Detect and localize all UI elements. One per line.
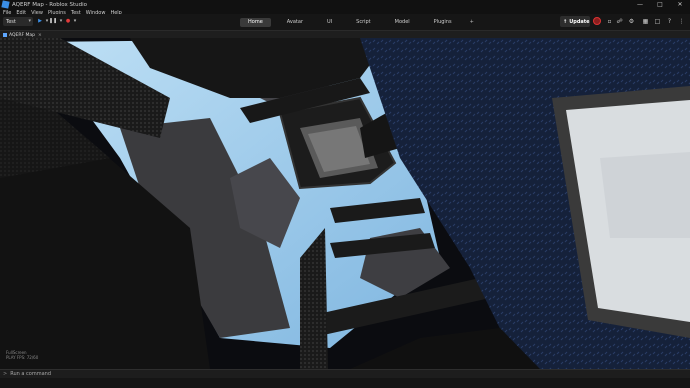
document-tab-strip: AQERF Map × bbox=[0, 30, 690, 38]
close-tab-icon[interactable]: × bbox=[38, 33, 42, 38]
play-icon[interactable]: ▶ bbox=[37, 18, 43, 24]
minimize-button[interactable]: — bbox=[630, 0, 650, 9]
3d-viewport[interactable]: FullScreen PLAY FPS: 72/60 bbox=[0, 38, 690, 369]
command-bar[interactable]: > Run a command bbox=[0, 369, 690, 378]
update-button[interactable]: ↑ Update bbox=[560, 16, 590, 27]
mode-dropdown-value: Test bbox=[6, 18, 16, 25]
document-tab-label: AQERF Map bbox=[9, 32, 36, 38]
add-tab-button[interactable]: + bbox=[470, 19, 474, 25]
pause-icon[interactable]: ❚❚ bbox=[49, 18, 57, 24]
viewport-stats-overlay: FullScreen PLAY FPS: 72/60 bbox=[6, 350, 38, 360]
settings-gear-icon[interactable]: ⚙ bbox=[628, 18, 635, 25]
maximize-button[interactable]: □ bbox=[650, 0, 670, 9]
window-title: AQERF Map - Roblox Studio bbox=[12, 1, 87, 8]
collaborators-icon[interactable]: ▫ bbox=[606, 18, 613, 25]
chevron-down-icon: ▾ bbox=[28, 18, 31, 24]
update-icon: ↑ bbox=[563, 18, 568, 25]
place-file-icon bbox=[3, 33, 7, 37]
roblox-studio-logo-icon bbox=[1, 0, 10, 9]
tab-model[interactable]: Model bbox=[387, 18, 418, 27]
title-bar: AQERF Map - Roblox Studio — □ ✕ bbox=[0, 0, 690, 9]
viewport-scene bbox=[0, 38, 690, 369]
layout-icon[interactable]: ▦ bbox=[642, 18, 649, 25]
command-prompt-icon: > bbox=[3, 371, 8, 377]
more-options-icon[interactable]: ⋮ bbox=[678, 18, 685, 25]
command-input-placeholder[interactable]: Run a command bbox=[10, 371, 51, 377]
share-icon[interactable]: ☍ bbox=[616, 18, 623, 25]
tab-script[interactable]: Script bbox=[348, 18, 379, 27]
update-label: Update bbox=[569, 18, 590, 25]
tab-avatar[interactable]: Avatar bbox=[279, 18, 311, 27]
tab-ui[interactable]: UI bbox=[319, 18, 340, 27]
tab-plugins[interactable]: Plugins bbox=[426, 18, 460, 27]
record-icon[interactable]: ● bbox=[65, 18, 71, 24]
viewport-stat-line-2: PLAY FPS: 72/60 bbox=[6, 355, 39, 360]
mode-dropdown[interactable]: Test ▾ bbox=[3, 17, 33, 26]
close-button[interactable]: ✕ bbox=[670, 0, 690, 9]
status-bar bbox=[0, 378, 690, 388]
toolbar: Test ▾ ▶ ▾ ❚❚ ▾ ● ▾ Home Avatar UI Scrip… bbox=[0, 14, 690, 30]
tab-home[interactable]: Home bbox=[240, 17, 271, 27]
step-dropdown-icon[interactable]: ▾ bbox=[58, 18, 64, 24]
window-controls: — □ ✕ bbox=[630, 0, 690, 9]
ribbon-tabs: Home Avatar UI Script Model Plugins + bbox=[240, 17, 474, 27]
help-icon[interactable]: ? bbox=[666, 18, 673, 25]
avatar[interactable] bbox=[593, 17, 601, 25]
record-dropdown-icon[interactable]: ▾ bbox=[72, 18, 78, 24]
notifications-icon[interactable]: □ bbox=[654, 18, 661, 25]
